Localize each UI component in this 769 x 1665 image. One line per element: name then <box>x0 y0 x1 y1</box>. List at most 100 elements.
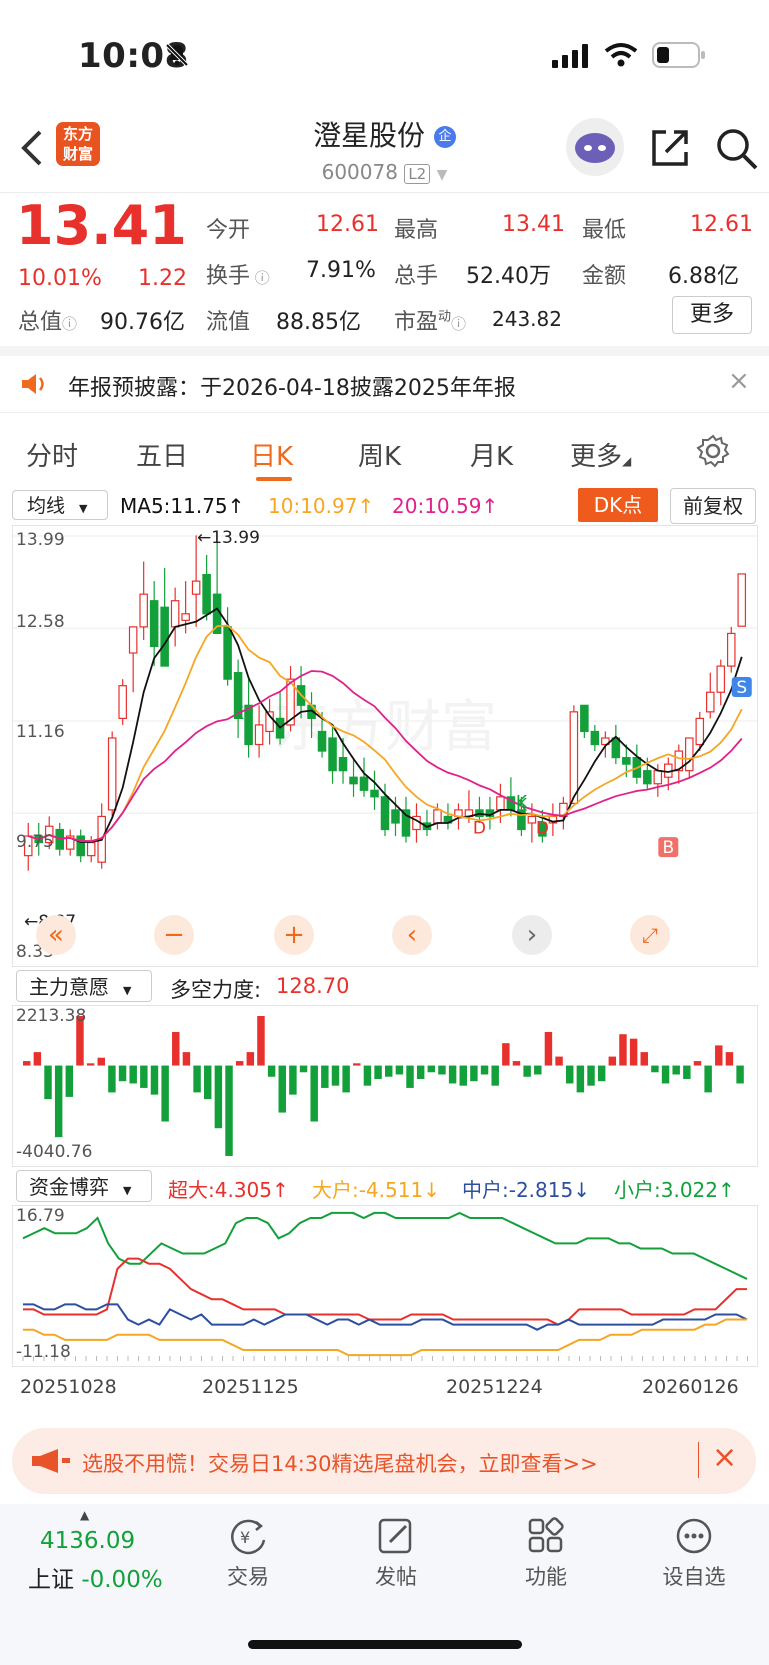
indicator1-chart[interactable] <box>12 1005 758 1167</box>
turnover-label[interactable]: 换手 ⓘ <box>206 258 270 290</box>
candle-body <box>695 717 705 746</box>
indicator1-bar <box>566 1065 574 1084</box>
tab-fenshi[interactable]: 分时 <box>26 436 78 473</box>
close-notice-icon[interactable]: × <box>728 366 750 396</box>
more-button[interactable]: 更多 <box>672 296 752 334</box>
tab-more[interactable]: 更多◢ <box>570 436 631 473</box>
expand-triangle-icon[interactable]: ▲ <box>80 1508 89 1522</box>
dk-point-button[interactable]: DK点 <box>578 488 658 522</box>
candle-body <box>569 711 579 804</box>
zoom-out-icon[interactable]: − <box>154 915 194 955</box>
indicator1-bar <box>86 1063 95 1066</box>
section-gap <box>0 346 769 356</box>
zoom-in-icon[interactable]: + <box>274 915 314 955</box>
indicator1-bar <box>23 1061 31 1066</box>
dropdown-icon: ▼ <box>79 502 88 515</box>
tab-wuri[interactable]: 五日 <box>136 436 188 473</box>
robot-avatar-icon[interactable] <box>566 118 624 176</box>
indicator1-bar <box>683 1065 691 1079</box>
indicator1-value: 128.70 <box>276 974 350 998</box>
mktcap-label[interactable]: 总值ⓘ <box>18 304 77 336</box>
index-name: 上证 <box>28 1567 74 1593</box>
candle-body <box>643 770 652 785</box>
indicator1-bar <box>544 1031 553 1066</box>
large-value: 大户:-4.511↓ <box>312 1178 440 1202</box>
y-label-max: 13.99 <box>16 530 65 550</box>
pe-label[interactable]: 市盈动ⓘ <box>394 304 466 336</box>
megaphone-icon <box>32 1449 70 1473</box>
candle-body <box>611 737 621 759</box>
indicator1-bar <box>150 1065 159 1095</box>
tab-yuek[interactable]: 月K <box>470 436 513 473</box>
index-change: -0.00% <box>81 1567 163 1593</box>
kline-chart[interactable]: 东方财富KKD DKSB <box>12 525 758 967</box>
nav-trade[interactable]: ¥ 交易 <box>188 1516 308 1591</box>
candle-body <box>170 600 180 628</box>
nav-functions-label: 功能 <box>525 1565 567 1589</box>
turnover-value: 7.91% <box>306 258 376 283</box>
nav-functions[interactable]: 功能 <box>486 1516 606 1591</box>
settings-gear-icon[interactable] <box>696 434 730 468</box>
nav-watchlist[interactable]: 设自选 <box>634 1516 754 1591</box>
change-percent: 10.01% <box>18 266 102 291</box>
super-large-value: 超大:4.305↑ <box>168 1178 289 1202</box>
amount-value: 6.88亿 <box>668 264 739 289</box>
indicator1-bar <box>65 1065 74 1097</box>
scroll-right-icon[interactable]: › <box>512 915 552 955</box>
float-value: 88.85亿 <box>276 310 361 335</box>
candle-body <box>726 632 736 667</box>
scroll-left-icon[interactable]: ‹ <box>392 915 432 955</box>
indicator1-bar <box>321 1065 329 1088</box>
indicator1-bar <box>555 1056 563 1066</box>
ma20-label: 20:10.59↑ <box>392 494 499 518</box>
wifi-icon <box>604 43 638 67</box>
dropdown-triangle-icon: ▼ <box>436 167 448 183</box>
candle-body <box>139 593 148 628</box>
candle-body <box>149 600 159 648</box>
indicator1-bar <box>502 1043 510 1066</box>
promo-banner[interactable]: 选股不用慌！交易日14:30精选尾盘机会，立即查看>> × <box>12 1428 756 1494</box>
indicator1-select-label: 主力意愿 <box>29 975 109 999</box>
candle-body <box>380 796 390 831</box>
indicator1-select[interactable]: 主力意愿 ▼ <box>16 970 152 1002</box>
indicator1-bar <box>54 1065 63 1138</box>
share-icon[interactable] <box>648 126 692 170</box>
adjust-button[interactable]: 前复权 <box>670 488 756 524</box>
fullscreen-icon[interactable]: ⤢ <box>630 915 670 955</box>
indicator-select[interactable]: 均线 ▼ <box>12 490 108 520</box>
candle-body <box>160 606 169 667</box>
scroll-left-fast-icon[interactable]: « <box>36 915 76 955</box>
candle-body <box>349 776 358 785</box>
y-label-4: 9.75 <box>16 832 54 852</box>
index-row[interactable]: 上证 -0.00% <box>28 1560 163 1594</box>
stock-name: 澄星股份 <box>313 119 426 152</box>
indicator1-bar <box>161 1065 169 1122</box>
indicator1-bar <box>576 1065 585 1093</box>
indicator1-label: 多空力度: <box>170 978 262 1002</box>
y-label-2: 12.58 <box>16 612 65 632</box>
indicator1-bar <box>193 1065 201 1093</box>
close-banner-icon[interactable]: × <box>712 1440 737 1475</box>
index-value[interactable]: 4136.09 <box>40 1528 135 1554</box>
high-label: 最高 <box>394 218 439 243</box>
indicator1-bar <box>33 1052 42 1066</box>
tab-rik[interactable]: 日K <box>250 436 293 473</box>
enterprise-badge: 企 <box>433 126 456 148</box>
nav-post[interactable]: 发帖 <box>336 1516 456 1591</box>
candle-body <box>590 730 600 746</box>
indicator1-bar <box>172 1031 180 1066</box>
more-dots-icon <box>676 1518 712 1554</box>
indicator1-bar <box>438 1065 446 1075</box>
indicator1-bar <box>235 1061 244 1066</box>
candle-body <box>580 704 589 733</box>
current-price: 13.41 <box>16 194 187 257</box>
indicator2-select[interactable]: 资金博弈 ▼ <box>16 1170 152 1202</box>
indicator2-line <box>22 1211 748 1280</box>
indicator2-chart[interactable] <box>12 1205 758 1367</box>
indicator1-bar <box>289 1065 297 1095</box>
tab-zhouk[interactable]: 周K <box>358 436 401 473</box>
indicator1-bar <box>395 1065 404 1075</box>
watermark: 东方财富 <box>273 695 497 760</box>
search-icon[interactable] <box>714 126 760 172</box>
notice-bar[interactable]: 年报预披露：于2026-04-18披露2025年年报 × <box>0 356 769 410</box>
